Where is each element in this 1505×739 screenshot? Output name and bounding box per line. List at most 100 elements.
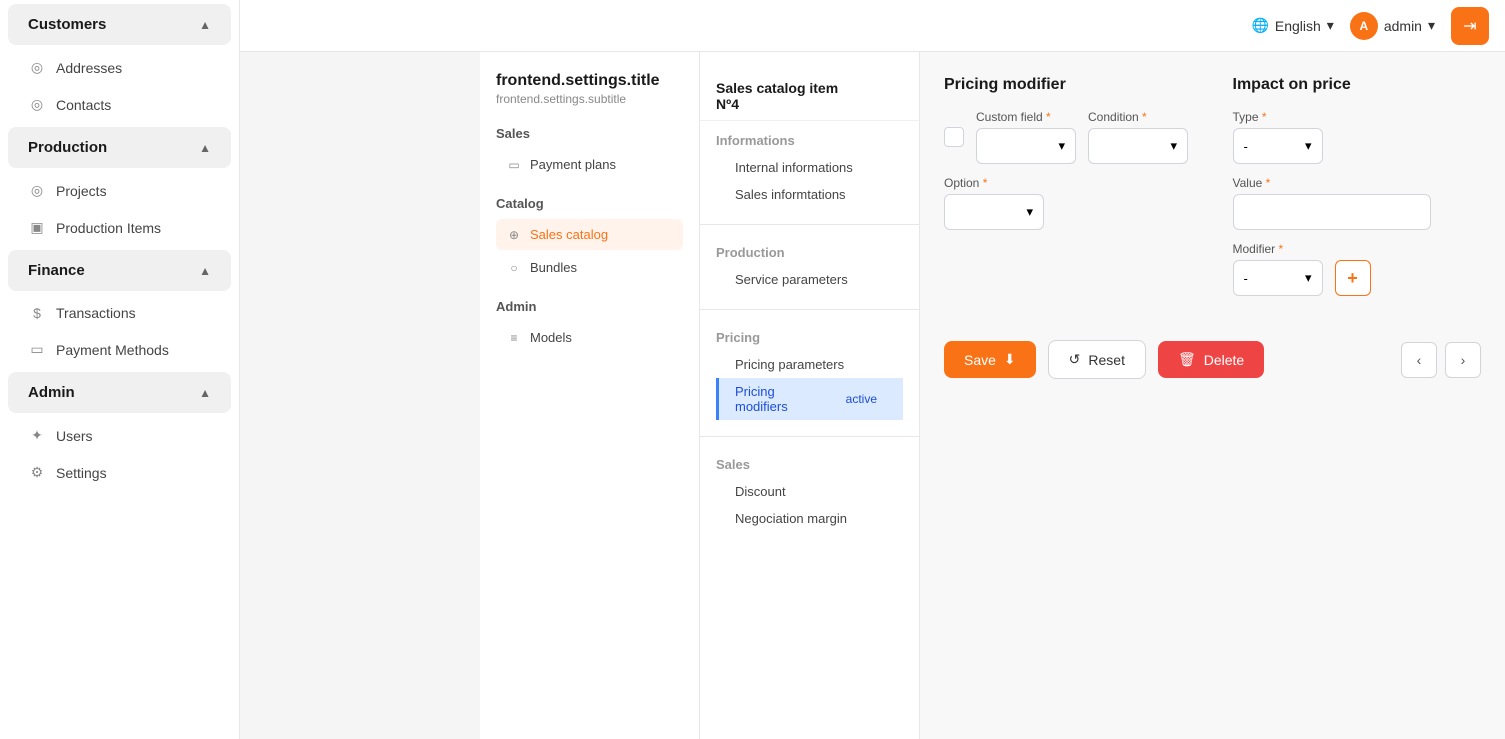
admin-dropdown[interactable]: A admin ▾: [1350, 12, 1435, 40]
sidebar-section-finance[interactable]: Finance ▲: [8, 250, 231, 291]
active-tab-badge: active: [836, 389, 887, 409]
chevron-down-icon: ▾: [1170, 138, 1177, 154]
pricing-modifier-title: Pricing modifier: [944, 76, 1193, 94]
settings-panel: frontend.settings.title frontend.setting…: [480, 52, 700, 739]
delete-button[interactable]: 🗑 Delete: [1158, 341, 1264, 378]
chevron-down-icon: ▾: [1327, 17, 1334, 34]
catalog-icon: ⊕: [506, 228, 522, 242]
tab-section-production: Production Service parameters: [700, 237, 919, 297]
chevron-up-icon: ▲: [199, 141, 211, 155]
required-indicator: *: [1142, 110, 1147, 124]
tab-section-title-informations: Informations: [716, 133, 903, 148]
transaction-icon: $: [28, 305, 46, 321]
tab-internal-informations[interactable]: Internal informations: [716, 154, 903, 181]
required-indicator: *: [1279, 242, 1284, 256]
globe-icon: 🌐: [1251, 17, 1268, 34]
tab-section-title-sales: Sales: [716, 457, 903, 472]
sidebar-section-admin[interactable]: Admin ▲: [8, 372, 231, 413]
tab-pricing-modifiers[interactable]: Pricing modifiers active: [716, 378, 903, 420]
tab-section-sales: Sales Discount Negociation margin: [700, 449, 919, 536]
refresh-icon: ↺: [1069, 351, 1081, 368]
tab-sales-informations[interactable]: Sales informtations: [716, 181, 903, 208]
sidebar-section-production[interactable]: Production ▲: [8, 127, 231, 168]
label-custom-field: Custom field *: [976, 110, 1076, 124]
sidebar-item-addresses[interactable]: ◎ Addresses: [0, 49, 239, 86]
pricing-sections: Pricing modifier Custom field * ▾: [944, 76, 1481, 316]
production-item-icon: ▣: [28, 219, 46, 236]
field-group-value: Value *: [1233, 176, 1431, 230]
action-buttons: Save ⬇ ↺ Reset 🗑 Delete ‹ ›: [944, 340, 1481, 379]
sidebar-item-payment-methods[interactable]: ▭ Payment Methods: [0, 331, 239, 368]
reset-button[interactable]: ↺ Reset: [1048, 340, 1146, 379]
field-group-type: Type * - ▾: [1233, 110, 1323, 164]
download-icon: ⬇: [1004, 351, 1016, 368]
tab-section-informations: Informations Internal informations Sales…: [700, 125, 919, 212]
field-group-option: Option * ▾: [944, 176, 1044, 230]
sidebar-item-production-items[interactable]: ▣ Production Items: [0, 209, 239, 246]
label-type: Type *: [1233, 110, 1323, 124]
add-row-group: +: [1335, 242, 1371, 296]
tab-section-title-production: Production: [716, 245, 903, 260]
contact-icon: ◎: [28, 96, 46, 113]
select-custom-field[interactable]: ▾: [976, 128, 1076, 164]
required-indicator: *: [1046, 110, 1051, 124]
logout-button[interactable]: ⇥: [1451, 7, 1489, 45]
impact-on-price-title: Impact on price: [1233, 76, 1482, 94]
required-indicator: *: [1262, 110, 1267, 124]
settings-nav-models[interactable]: ≡ Models: [496, 322, 683, 353]
settings-section-sales: Sales: [496, 126, 683, 141]
save-button[interactable]: Save ⬇: [944, 341, 1036, 378]
required-indicator: *: [983, 176, 988, 190]
right-content: Pricing modifier Custom field * ▾: [920, 52, 1505, 739]
catalog-item-header: Sales catalog itemNº4: [700, 68, 919, 121]
chevron-down-icon: ▾: [1026, 204, 1033, 220]
label-option: Option *: [944, 176, 1044, 190]
chevron-down-icon: ▾: [1428, 17, 1435, 34]
prev-button[interactable]: ‹: [1401, 342, 1437, 378]
add-row-button[interactable]: +: [1335, 260, 1371, 296]
topnav: 🌐 English ▾ A admin ▾ ⇥: [240, 0, 1505, 52]
chevron-down-icon: ▾: [1305, 138, 1312, 154]
select-modifier[interactable]: - ▾: [1233, 260, 1323, 296]
tab-negociation-margin[interactable]: Negociation margin: [716, 505, 903, 532]
settings-icon: ⚙: [28, 464, 46, 481]
settings-nav-payment-plans[interactable]: ▭ Payment plans: [496, 149, 683, 180]
sidebar-section-customers[interactable]: Customers ▲: [8, 4, 231, 45]
label-modifier: Modifier *: [1233, 242, 1323, 256]
payment-plans-icon: ▭: [506, 158, 522, 172]
location-icon: ◎: [28, 59, 46, 76]
settings-nav-bundles[interactable]: ○ Bundles: [496, 252, 683, 283]
chevron-down-icon: ▾: [1058, 138, 1065, 154]
row-checkbox[interactable]: [944, 127, 964, 147]
label-value: Value *: [1233, 176, 1431, 190]
chevron-down-icon: ▾: [1305, 270, 1312, 286]
label-condition: Condition *: [1088, 110, 1188, 124]
sidebar-item-projects[interactable]: ◎ Projects: [0, 172, 239, 209]
settings-nav-sales-catalog[interactable]: ⊕ Sales catalog: [496, 219, 683, 250]
sidebar-item-settings[interactable]: ⚙ Settings: [0, 454, 239, 491]
select-condition[interactable]: ▾: [1088, 128, 1188, 164]
sidebar-item-users[interactable]: ✦ Users: [0, 417, 239, 454]
next-button[interactable]: ›: [1445, 342, 1481, 378]
settings-section-catalog: Catalog: [496, 196, 683, 211]
select-option[interactable]: ▾: [944, 194, 1044, 230]
field-group-condition: Condition * ▾: [1088, 110, 1188, 164]
select-type[interactable]: - ▾: [1233, 128, 1323, 164]
language-selector[interactable]: 🌐 English ▾: [1251, 17, 1333, 34]
chevron-up-icon: ▲: [199, 264, 211, 278]
tab-section-pricing: Pricing Pricing parameters Pricing modif…: [700, 322, 919, 424]
tab-discount[interactable]: Discount: [716, 478, 903, 505]
impact-on-price-block: Impact on price Type * - ▾: [1233, 76, 1482, 316]
sidebar-item-contacts[interactable]: ◎ Contacts: [0, 86, 239, 123]
tab-pricing-parameters[interactable]: Pricing parameters: [716, 351, 903, 378]
users-icon: ✦: [28, 427, 46, 444]
impact-fields: Type * - ▾ Value *: [1233, 110, 1482, 296]
settings-subtitle: frontend.settings.subtitle: [496, 92, 683, 106]
tab-service-parameters[interactable]: Service parameters: [716, 266, 903, 293]
required-indicator: *: [1266, 176, 1271, 190]
trash-icon: 🗑: [1178, 351, 1196, 368]
input-value[interactable]: [1233, 194, 1431, 230]
models-icon: ≡: [506, 331, 522, 345]
logout-icon: ⇥: [1463, 16, 1476, 36]
sidebar-item-transactions[interactable]: $ Transactions: [0, 295, 239, 331]
